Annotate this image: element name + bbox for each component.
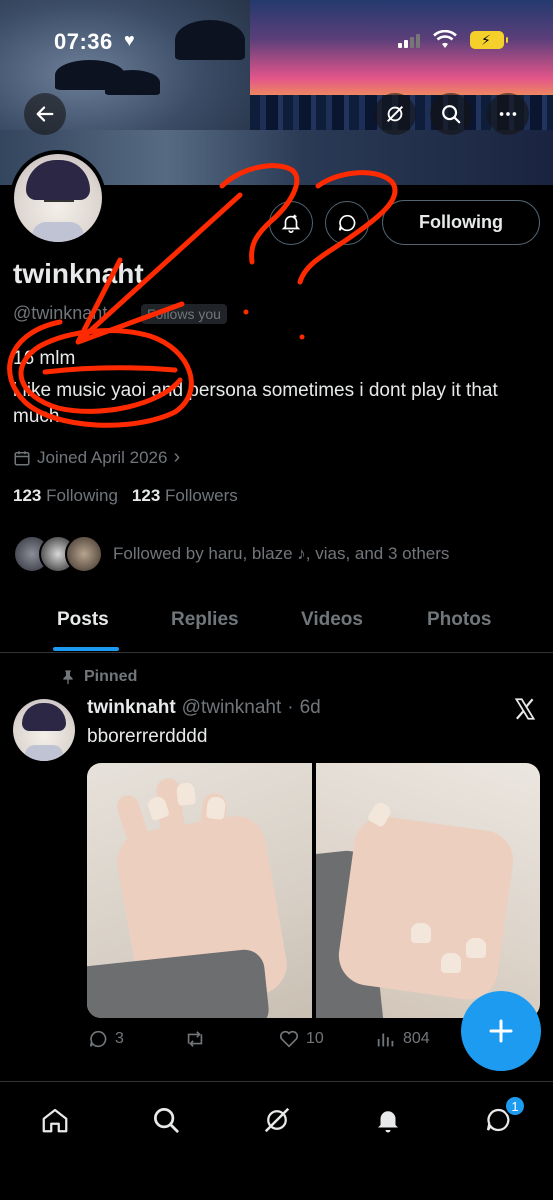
more-icon: [499, 112, 517, 116]
views-chart-icon: [377, 1033, 394, 1047]
profile-avatar[interactable]: [10, 150, 106, 246]
signal-icon: [398, 34, 420, 48]
pinned-text: Pinned: [84, 668, 138, 685]
tweet-author-handle[interactable]: @twinknaht: [182, 697, 282, 719]
following-label: Following: [46, 486, 118, 505]
heart-icon: ♥: [124, 30, 135, 50]
bell-plus-icon: [281, 214, 301, 233]
search-button[interactable]: [430, 93, 472, 135]
chat-bubble-icon: [338, 214, 356, 232]
followers-count: 123: [131, 486, 161, 505]
tab-posts[interactable]: Posts: [57, 609, 109, 631]
nav-search[interactable]: [146, 1100, 186, 1140]
bio-line-2: i like music yaoi and persona sometimes …: [13, 380, 498, 426]
grok-button[interactable]: [374, 93, 416, 135]
tweet-header: twinknaht @twinknaht · 6d: [87, 697, 321, 719]
notifications-icon: [378, 1111, 398, 1133]
search-icon: [154, 1108, 179, 1133]
nav-notifications[interactable]: [368, 1100, 408, 1140]
tweet-separator: ·: [287, 697, 294, 718]
plus-icon: [489, 1019, 513, 1043]
nav-home[interactable]: [35, 1100, 75, 1140]
grok-icon: [386, 105, 404, 123]
views-count: 804: [403, 1030, 430, 1047]
repost-icon: [187, 1031, 203, 1047]
tweet-photo-1[interactable]: [87, 763, 312, 1018]
following-count-link[interactable]: 123 Following: [13, 486, 118, 506]
joined-text: Joined April 2026: [37, 447, 168, 467]
x-logo-icon[interactable]: [512, 696, 538, 722]
joined-date[interactable]: Joined April 2026 ›: [13, 446, 180, 469]
status-time: 07:36: [54, 29, 113, 54]
tab-replies[interactable]: Replies: [171, 609, 239, 631]
home-icon: [42, 1108, 68, 1133]
views-button[interactable]: 804: [375, 1028, 430, 1050]
reply-button[interactable]: 3: [87, 1028, 124, 1050]
following-button[interactable]: Following: [382, 200, 540, 245]
like-button[interactable]: 10: [278, 1028, 324, 1050]
tweet-media[interactable]: [87, 763, 540, 1018]
tab-videos[interactable]: Videos: [301, 609, 363, 631]
banner-umbrella: [105, 70, 160, 95]
message-button[interactable]: [325, 201, 369, 245]
wifi-icon: [433, 30, 457, 48]
followed-by-text: Followed by haru, blaze ♪, vias, and 3 o…: [113, 544, 450, 563]
followed-by[interactable]: Followed by haru, blaze ♪, vias, and 3 o…: [13, 535, 449, 573]
battery-icon: ⚡: [470, 31, 508, 49]
compose-button[interactable]: [461, 991, 541, 1071]
active-tab-indicator: [53, 647, 119, 651]
like-count: 10: [306, 1030, 324, 1047]
pin-icon: [63, 670, 73, 685]
grok-icon: [264, 1107, 290, 1133]
search-icon: [442, 105, 461, 124]
tweet-author-name[interactable]: twinknaht: [87, 697, 176, 719]
followers-count-link[interactable]: 123 Followers: [132, 486, 238, 506]
followers-label: Followers: [165, 486, 238, 505]
notification-badge: 1: [504, 1095, 526, 1117]
tweet-actions: 3 10 804: [87, 1028, 437, 1054]
notify-button[interactable]: [269, 201, 313, 245]
calendar-icon: [14, 450, 30, 465]
following-count: 123: [13, 486, 42, 505]
chevron-right-icon: ›: [173, 446, 181, 468]
tweet-age: 6d: [299, 697, 321, 718]
status-bar: 07:36 ♥ ⚡: [0, 22, 553, 62]
avatar-image: [14, 154, 102, 242]
more-button[interactable]: [487, 93, 529, 135]
back-arrow-icon: [36, 106, 54, 122]
follow-counts: 123 Following 123 Followers: [13, 486, 238, 506]
profile-handle: @twinknaht: [13, 303, 108, 323]
follows-you-badge: Follows you: [141, 304, 227, 324]
follower-avatar: [65, 535, 103, 573]
repost-button[interactable]: [183, 1028, 213, 1050]
bottom-nav: [0, 1081, 553, 1200]
heart-outline-icon: [279, 1030, 299, 1048]
tweet-photo-2[interactable]: [315, 763, 540, 1018]
pinned-label: Pinned: [60, 668, 137, 686]
profile-tabs: Posts Replies Videos Photos: [0, 597, 553, 653]
tweet-text: bborerrerdddd: [87, 726, 208, 747]
reply-count: 3: [115, 1030, 124, 1047]
tab-photos[interactable]: Photos: [427, 609, 491, 631]
display-name: twinknaht: [13, 258, 144, 289]
nav-grok[interactable]: [257, 1100, 297, 1140]
bio-line-1: 16 mlm: [13, 348, 76, 369]
reply-icon: [89, 1030, 107, 1048]
back-button[interactable]: [24, 93, 66, 135]
tweet-avatar[interactable]: [13, 699, 75, 761]
